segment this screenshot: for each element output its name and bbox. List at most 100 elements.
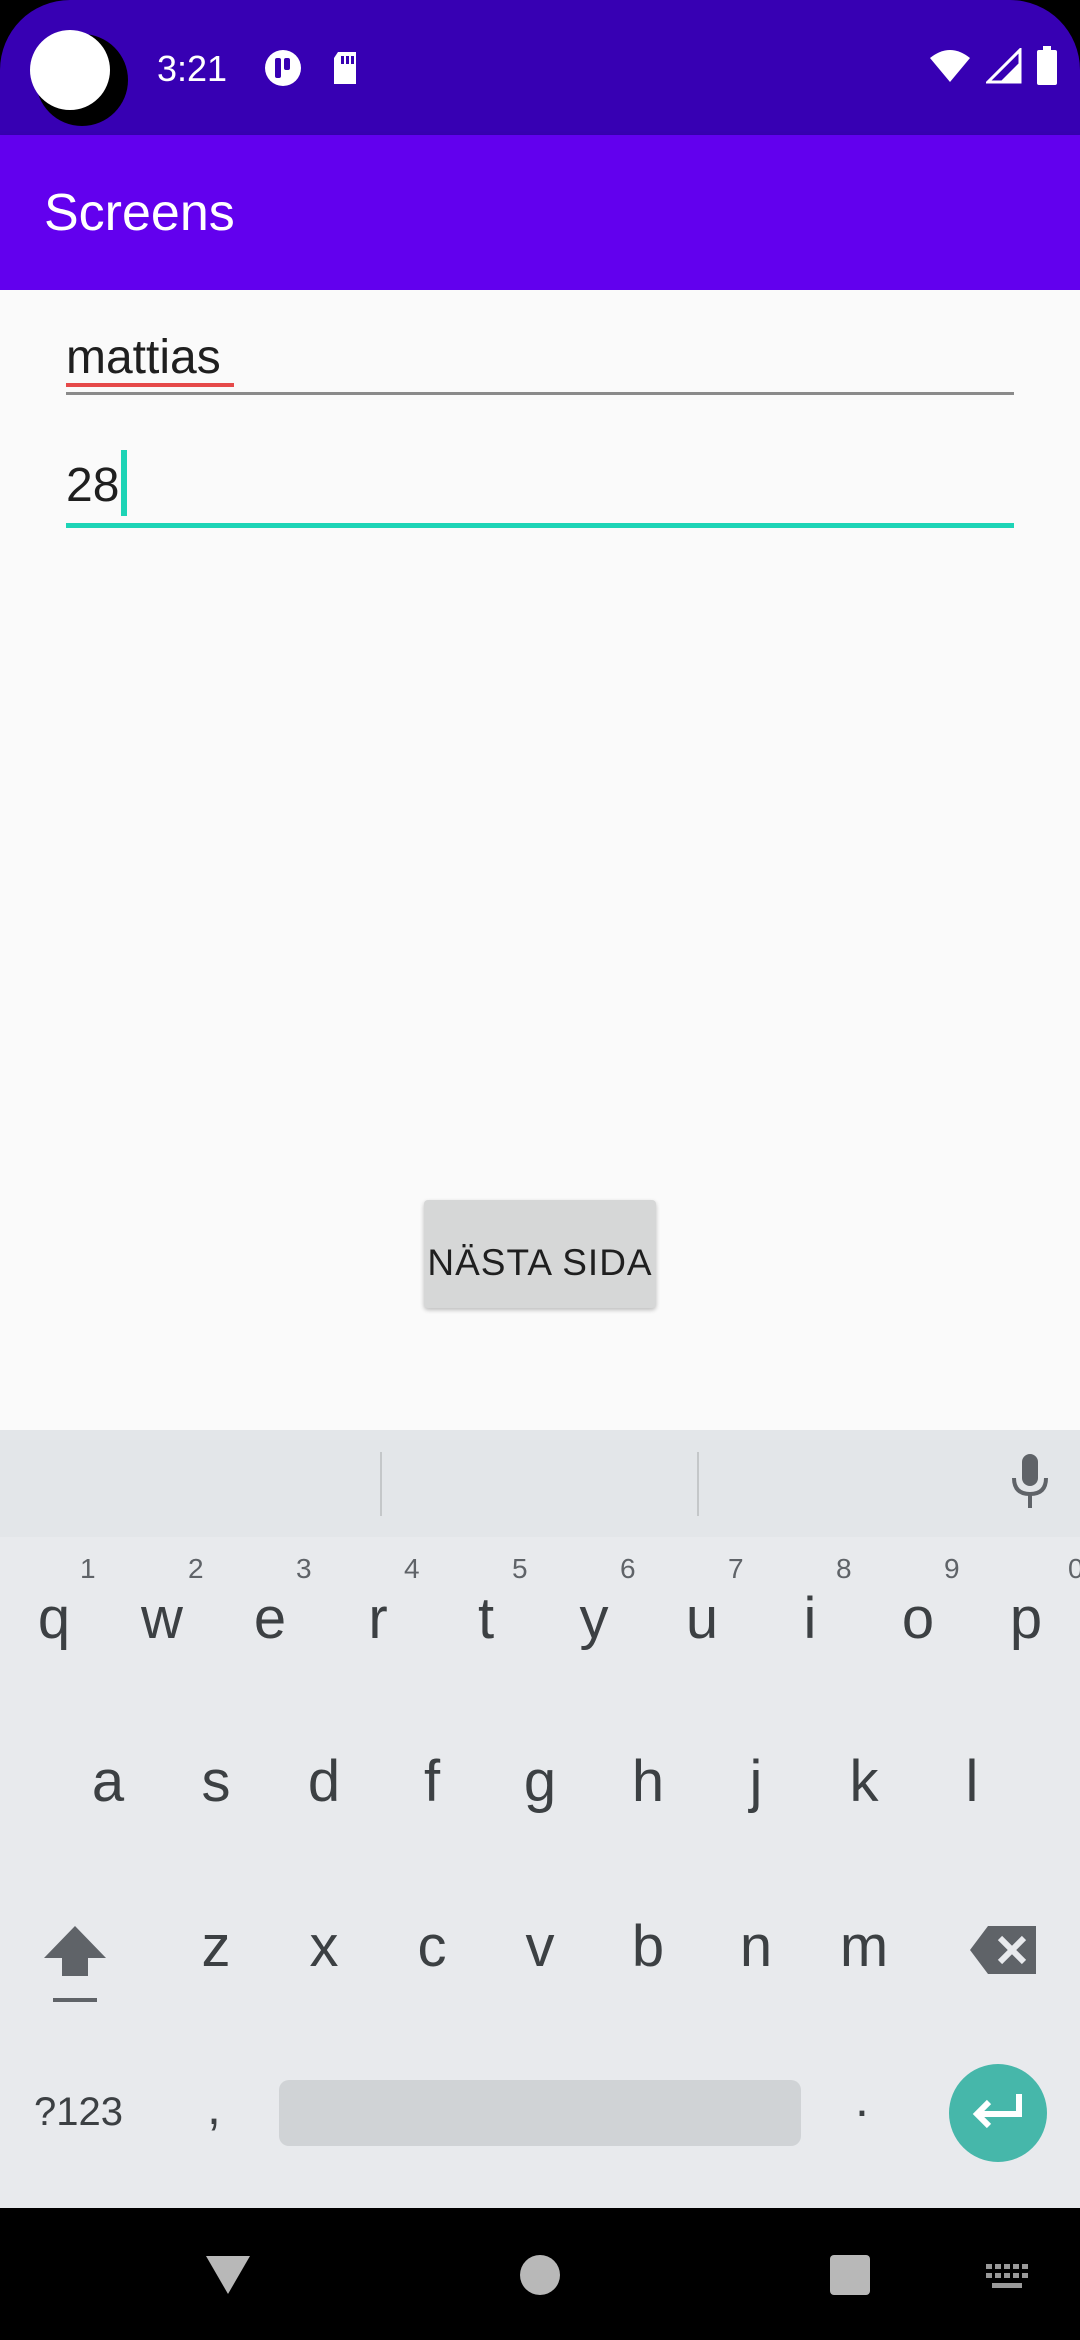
key-letter: y — [579, 1586, 609, 1651]
key-z[interactable]: z — [162, 1865, 270, 2015]
app-title: Screens — [44, 184, 235, 242]
suggestion-divider — [380, 1452, 382, 1516]
key-letter: s — [201, 1749, 231, 1814]
symbols-key[interactable]: ?123 — [34, 2090, 123, 2135]
name-field[interactable]: mattias — [66, 320, 1014, 395]
key-n[interactable]: n — [702, 1865, 810, 2015]
next-page-button[interactable]: NÄSTA SIDA — [424, 1200, 656, 1308]
text-cursor — [121, 450, 127, 516]
spellcheck-underline — [66, 383, 234, 387]
name-field-value: mattias — [66, 331, 221, 384]
key-d[interactable]: d — [270, 1700, 378, 1850]
key-letter: r — [368, 1586, 388, 1651]
key-l[interactable]: l — [918, 1700, 1026, 1850]
key-y[interactable]: 6y — [540, 1537, 648, 1687]
suggestion-strip — [0, 1430, 1080, 1537]
key-f[interactable]: f — [378, 1700, 486, 1850]
key-q[interactable]: 1q — [0, 1537, 108, 1687]
sd-card-icon — [334, 52, 356, 84]
wifi-icon — [930, 50, 970, 82]
key-letter: n — [739, 1914, 773, 1979]
key-letter: t — [477, 1586, 495, 1651]
period-key[interactable]: . — [855, 2070, 869, 2128]
key-letter: b — [631, 1914, 665, 1979]
age-field[interactable]: 28 — [66, 440, 1014, 528]
key-letter: e — [253, 1586, 287, 1651]
key-letter: j — [749, 1749, 763, 1814]
suggestion-divider — [697, 1452, 699, 1516]
key-number-hint: 4 — [404, 1553, 420, 1584]
key-letter: x — [309, 1914, 339, 1979]
key-number-hint: 9 — [944, 1553, 960, 1584]
key-letter: q — [37, 1586, 71, 1651]
key-t[interactable]: 5t — [432, 1537, 540, 1687]
key-i[interactable]: 8i — [756, 1537, 864, 1687]
key-number-hint: 0 — [1068, 1553, 1080, 1584]
key-k[interactable]: k — [810, 1700, 918, 1850]
status-right-icons — [928, 46, 1058, 86]
mic-icon[interactable] — [1010, 1452, 1050, 1512]
camera-lens — [30, 30, 110, 110]
spacebar[interactable] — [279, 2080, 801, 2146]
key-g[interactable]: g — [486, 1700, 594, 1850]
status-bar: 3:21 — [0, 0, 1080, 135]
key-letter: f — [423, 1749, 441, 1814]
key-j[interactable]: j — [702, 1700, 810, 1850]
navigation-bar — [0, 2208, 1080, 2340]
key-b[interactable]: b — [594, 1865, 702, 2015]
shift-icon[interactable] — [40, 1920, 110, 2010]
key-letter: d — [307, 1749, 341, 1814]
key-letter: v — [525, 1914, 555, 1979]
enter-icon — [972, 2094, 1022, 2129]
back-icon[interactable] — [204, 2254, 252, 2296]
key-s[interactable]: s — [162, 1700, 270, 1850]
key-letter: a — [91, 1749, 125, 1814]
key-letter: k — [849, 1749, 879, 1814]
age-field-value: 28 — [66, 459, 120, 512]
backspace-icon[interactable] — [968, 1922, 1040, 1978]
key-e[interactable]: 3e — [216, 1537, 324, 1687]
key-c[interactable]: c — [378, 1865, 486, 2015]
key-letter: u — [685, 1586, 719, 1651]
key-letter: m — [839, 1914, 889, 1979]
key-number-hint: 1 — [80, 1553, 96, 1584]
key-a[interactable]: a — [54, 1700, 162, 1850]
key-p[interactable]: 0p — [972, 1537, 1080, 1687]
key-number-hint: 8 — [836, 1553, 852, 1584]
key-letter: g — [523, 1749, 557, 1814]
notification-app-icon — [265, 50, 301, 86]
cell-signal-icon — [986, 48, 1022, 84]
key-u[interactable]: 7u — [648, 1537, 756, 1687]
key-letter: z — [201, 1914, 231, 1979]
key-x[interactable]: x — [270, 1865, 378, 2015]
key-number-hint: 3 — [296, 1553, 312, 1584]
recents-icon[interactable] — [829, 2254, 871, 2296]
key-number-hint: 2 — [188, 1553, 204, 1584]
status-time: 3:21 — [157, 48, 228, 89]
key-r[interactable]: 4r — [324, 1537, 432, 1687]
device-screen: 3:21 Screens mattias 28 NÄSTA SIDA 1 q 2… — [0, 0, 1080, 2340]
key-h[interactable]: h — [594, 1700, 702, 1850]
home-icon[interactable] — [519, 2254, 561, 2296]
key-letter: h — [631, 1749, 665, 1814]
key-number-hint: 7 — [728, 1553, 744, 1584]
key-letter: l — [965, 1749, 979, 1814]
key-o[interactable]: 9o — [864, 1537, 972, 1687]
key-m[interactable]: m — [810, 1865, 918, 2015]
key-letter: c — [417, 1914, 447, 1979]
battery-icon — [1037, 46, 1057, 85]
key-number-hint: 5 — [512, 1553, 528, 1584]
enter-key[interactable] — [949, 2064, 1047, 2162]
main-content: mattias 28 NÄSTA SIDA — [0, 290, 1080, 1430]
key-letter: p — [1009, 1586, 1043, 1651]
soft-keyboard: 1q2w3e4r5t6y7u8i9o0p asdfghjkl zxcvbnm ?… — [0, 1430, 1080, 2208]
key-v[interactable]: v — [486, 1865, 594, 2015]
key-letter: o — [901, 1586, 935, 1651]
key-letter: w — [141, 1586, 183, 1651]
comma-key[interactable]: , — [207, 2078, 221, 2136]
key-w[interactable]: 2w — [108, 1537, 216, 1687]
key-number-hint: 6 — [620, 1553, 636, 1584]
key-letter: i — [803, 1586, 817, 1651]
app-bar: Screens — [0, 135, 1080, 290]
keyboard-switch-icon[interactable] — [984, 2262, 1030, 2292]
